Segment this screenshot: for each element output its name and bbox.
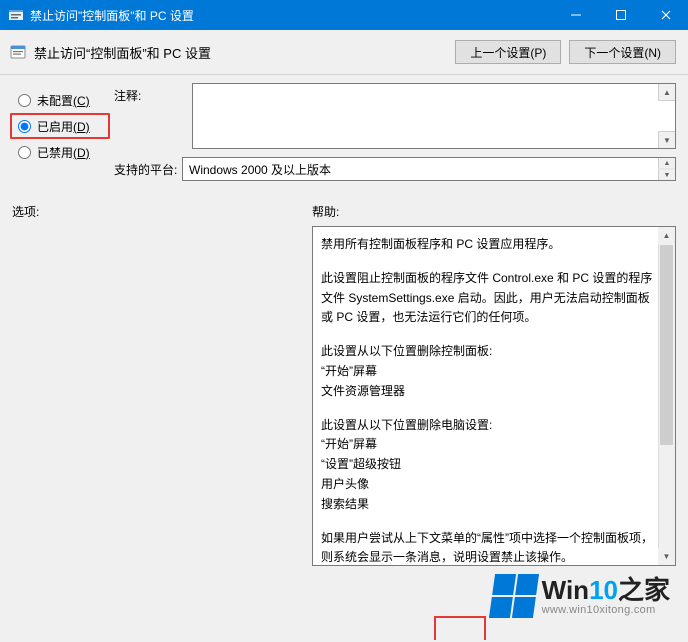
radio-disabled-label: 已禁用(D) xyxy=(37,144,90,161)
watermark-logo-icon xyxy=(489,574,539,618)
policy-icon xyxy=(10,44,26,60)
policy-title: 禁止访问“控制面板”和 PC 设置 xyxy=(34,43,447,62)
help-paragraph: 如果用户尝试从上下文菜单的“属性”项中选择一个控制面板项，则系统会显示一条消息，… xyxy=(321,529,653,566)
scroll-up-icon[interactable]: ▲ xyxy=(658,227,675,244)
radio-not-configured-label: 未配置(C) xyxy=(37,92,90,109)
annotation-highlight xyxy=(434,616,486,640)
options-label: 选项: xyxy=(12,203,282,220)
help-textbox[interactable]: 禁用所有控制面板程序和 PC 设置应用程序。 此设置阻止控制面板的程序文件 Co… xyxy=(312,226,676,566)
comment-label: 注释: xyxy=(114,83,186,104)
help-paragraph: 此设置从以下位置删除控制面板: “开始”屏幕 文件资源管理器 xyxy=(321,342,653,401)
scrollbar-thumb[interactable] xyxy=(660,245,673,445)
radio-enabled-input[interactable] xyxy=(18,120,31,133)
help-label: 帮助: xyxy=(312,203,676,220)
scroll-down-icon[interactable]: ▼ xyxy=(658,169,675,180)
radio-enabled-label: 已启用(D) xyxy=(37,118,90,135)
maximize-button[interactable] xyxy=(598,0,643,30)
help-paragraph: 此设置从以下位置删除电脑设置: “开始”屏幕 “设置”超级按钮 用户头像 搜索结… xyxy=(321,416,653,515)
watermark-text: Win10之家 www.win10xitong.com xyxy=(542,577,670,616)
scroll-down-icon[interactable]: ▼ xyxy=(658,548,675,565)
radio-not-configured-input[interactable] xyxy=(18,94,31,107)
state-radio-group: 未配置(C) 已启用(D) 已禁用(D) xyxy=(12,83,108,165)
minimize-button[interactable] xyxy=(553,0,598,30)
window-title: 禁止访问"控制面板"和 PC 设置 xyxy=(30,7,553,24)
window-titlebar: 禁止访问"控制面板"和 PC 设置 xyxy=(0,0,688,30)
scroll-up-icon[interactable]: ▲ xyxy=(658,84,675,101)
radio-enabled[interactable]: 已启用(D) xyxy=(10,113,110,139)
supported-platform-text: Windows 2000 及以上版本 xyxy=(189,163,331,177)
window-controls xyxy=(553,0,688,30)
close-button[interactable] xyxy=(643,0,688,30)
help-paragraph: 禁用所有控制面板程序和 PC 设置应用程序。 xyxy=(321,235,653,255)
supported-platform-value[interactable]: Windows 2000 及以上版本 ▲ ▼ xyxy=(182,157,676,181)
app-icon xyxy=(8,7,24,23)
radio-not-configured[interactable]: 未配置(C) xyxy=(12,87,108,113)
radio-disabled[interactable]: 已禁用(D) xyxy=(12,139,108,165)
previous-setting-button[interactable]: 上一个设置(P) xyxy=(455,40,561,64)
comment-textbox[interactable]: ▲ ▼ xyxy=(192,83,676,149)
scroll-up-icon[interactable]: ▲ xyxy=(658,158,675,169)
help-paragraph: 此设置阻止控制面板的程序文件 Control.exe 和 PC 设置的程序文件 … xyxy=(321,269,653,328)
next-setting-button[interactable]: 下一个设置(N) xyxy=(569,40,676,64)
supported-platform-label: 支持的平台: xyxy=(114,161,182,178)
watermark: Win10之家 www.win10xitong.com xyxy=(492,574,670,618)
radio-disabled-input[interactable] xyxy=(18,146,31,159)
scroll-down-icon[interactable]: ▼ xyxy=(658,131,675,148)
header-row: 禁止访问“控制面板”和 PC 设置 上一个设置(P) 下一个设置(N) xyxy=(0,30,688,70)
